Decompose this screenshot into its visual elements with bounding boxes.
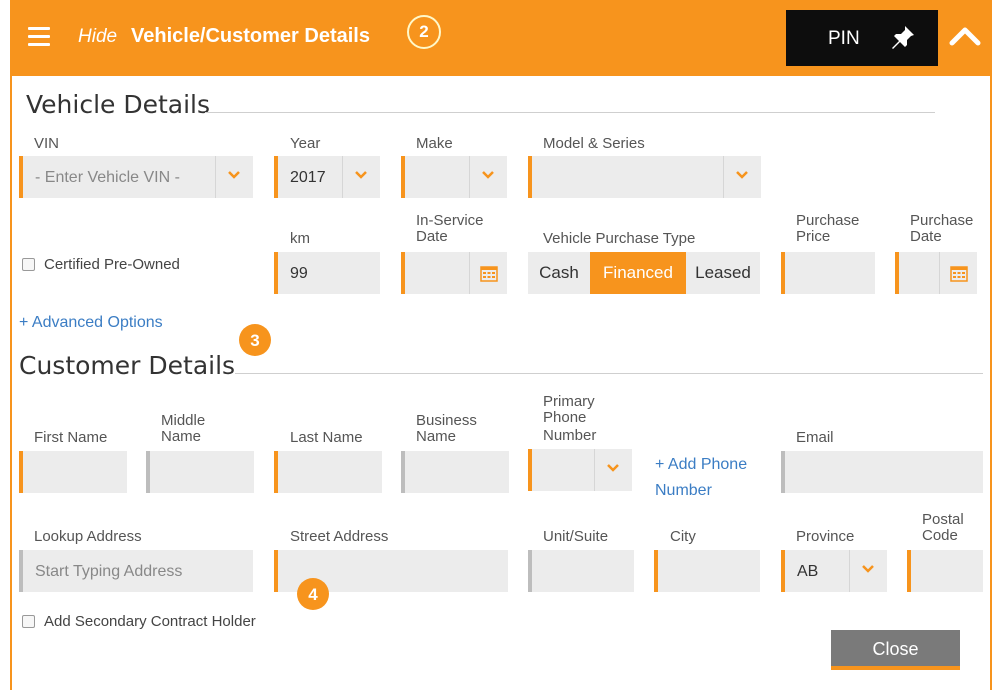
chevron-down-icon bbox=[228, 171, 240, 179]
purchase-date-calendar-button[interactable] bbox=[939, 252, 977, 294]
middle-name-input[interactable] bbox=[146, 451, 254, 493]
purchase-price-label-2: Price bbox=[796, 228, 831, 245]
model-label: Model & Series bbox=[543, 135, 645, 152]
middle-name-label-1: Middle bbox=[161, 412, 206, 429]
vin-placeholder: - Enter Vehicle VIN - bbox=[35, 169, 180, 186]
phone-input[interactable] bbox=[528, 449, 632, 491]
km-label: km bbox=[290, 230, 310, 247]
first-name-input[interactable] bbox=[19, 451, 127, 493]
purchase-date-input[interactable] bbox=[895, 252, 977, 294]
collapse-chevron-icon[interactable] bbox=[948, 24, 982, 46]
year-label: Year bbox=[290, 135, 321, 152]
inservice-date-input[interactable] bbox=[401, 252, 507, 294]
first-name-label: First Name bbox=[34, 429, 108, 446]
year-select[interactable]: 2017 bbox=[274, 156, 380, 198]
step-badge-3: 3 bbox=[239, 324, 271, 356]
city-input[interactable] bbox=[654, 550, 760, 592]
calendar-icon bbox=[480, 266, 498, 282]
certified-label: Certified Pre-Owned bbox=[44, 256, 180, 273]
year-dropdown-toggle[interactable] bbox=[342, 156, 380, 198]
purchase-type-leased[interactable]: Leased bbox=[686, 252, 760, 294]
chevron-down-icon bbox=[736, 171, 748, 179]
panel-title: Vehicle/Customer Details bbox=[131, 25, 370, 47]
chevron-down-icon bbox=[862, 565, 874, 573]
km-input[interactable]: 99 bbox=[274, 252, 380, 294]
make-select[interactable] bbox=[401, 156, 507, 198]
phone-label-1: Primary bbox=[543, 393, 595, 410]
city-label: City bbox=[670, 528, 696, 545]
unit-suite-label: Unit/Suite bbox=[543, 528, 609, 545]
email-label: Email bbox=[796, 429, 834, 446]
postal-code-label-1: Postal bbox=[922, 511, 964, 528]
purchase-price-label-1: Purchase bbox=[796, 212, 860, 229]
purchase-type-label: Vehicle Purchase Type bbox=[543, 230, 696, 247]
certified-checkbox[interactable] bbox=[22, 258, 35, 271]
chevron-down-icon bbox=[607, 464, 619, 472]
advanced-options-link[interactable]: + Advanced Options bbox=[19, 314, 163, 332]
purchase-price-input[interactable] bbox=[781, 252, 875, 294]
pushpin-icon bbox=[892, 26, 914, 49]
lookup-address-label: Lookup Address bbox=[34, 528, 142, 545]
business-name-label-2: Name bbox=[416, 428, 457, 445]
panel-header: Hide Vehicle/Customer Details PIN bbox=[10, 0, 992, 76]
inservice-label-1: In-Service bbox=[416, 212, 484, 229]
pin-label: PIN bbox=[828, 28, 860, 49]
lookup-address-input[interactable]: Start Typing Address bbox=[19, 550, 253, 592]
phone-dropdown-toggle[interactable] bbox=[594, 449, 632, 491]
vin-dropdown-toggle[interactable] bbox=[215, 156, 253, 198]
postal-code-label-2: Code bbox=[922, 527, 958, 544]
vehicle-section-rule bbox=[205, 112, 935, 113]
email-input[interactable] bbox=[781, 451, 983, 493]
close-button[interactable]: Close bbox=[831, 630, 960, 670]
year-value: 2017 bbox=[290, 169, 326, 186]
postal-code-input[interactable] bbox=[907, 550, 983, 592]
hide-toggle[interactable]: Hide bbox=[78, 26, 117, 48]
step-badge-4: 4 bbox=[297, 578, 329, 610]
vin-input[interactable]: - Enter Vehicle VIN - bbox=[19, 156, 253, 198]
vehicle-section-title: Vehicle Details bbox=[26, 90, 211, 119]
customer-section-title: Customer Details bbox=[19, 351, 236, 380]
business-name-label-1: Business bbox=[416, 412, 477, 429]
province-select[interactable]: AB bbox=[781, 550, 887, 592]
purchase-type-cash[interactable]: Cash bbox=[528, 252, 590, 294]
unit-suite-input[interactable] bbox=[528, 550, 634, 592]
secondary-holder-checkbox[interactable] bbox=[22, 615, 35, 628]
menu-icon[interactable] bbox=[28, 27, 50, 47]
model-select[interactable] bbox=[528, 156, 761, 198]
province-value: AB bbox=[797, 563, 819, 580]
phone-label-3: Number bbox=[543, 427, 597, 444]
last-name-input[interactable] bbox=[274, 451, 382, 493]
purchase-type-segmented: Cash Financed Leased bbox=[528, 252, 760, 294]
add-phone-link-1[interactable]: + Add Phone bbox=[655, 456, 747, 474]
step-badge-2: 2 bbox=[407, 15, 441, 49]
street-address-label: Street Address bbox=[290, 528, 389, 545]
lookup-address-placeholder: Start Typing Address bbox=[35, 563, 183, 580]
add-phone-link-2[interactable]: Number bbox=[655, 482, 712, 500]
province-dropdown-toggle[interactable] bbox=[849, 550, 887, 592]
make-dropdown-toggle[interactable] bbox=[469, 156, 507, 198]
purchase-date-label-1: Purchase bbox=[910, 212, 974, 229]
km-value: 99 bbox=[290, 265, 308, 282]
phone-label-2: Phone bbox=[543, 409, 587, 426]
last-name-label: Last Name bbox=[290, 429, 363, 446]
model-dropdown-toggle[interactable] bbox=[723, 156, 761, 198]
inservice-calendar-button[interactable] bbox=[469, 252, 507, 294]
pin-button[interactable]: PIN bbox=[786, 10, 938, 66]
inservice-label-2: Date bbox=[416, 228, 448, 245]
calendar-icon bbox=[950, 266, 968, 282]
chevron-down-icon bbox=[355, 171, 367, 179]
secondary-holder-label: Add Secondary Contract Holder bbox=[44, 613, 256, 630]
purchase-date-label-2: Date bbox=[910, 228, 942, 245]
vin-label: VIN bbox=[34, 135, 60, 152]
chevron-down-icon bbox=[482, 171, 494, 179]
customer-section-rule bbox=[235, 373, 983, 374]
purchase-type-financed[interactable]: Financed bbox=[590, 252, 686, 294]
business-name-input[interactable] bbox=[401, 451, 509, 493]
middle-name-label-2: Name bbox=[161, 428, 202, 445]
make-label: Make bbox=[416, 135, 453, 152]
province-label: Province bbox=[796, 528, 855, 545]
